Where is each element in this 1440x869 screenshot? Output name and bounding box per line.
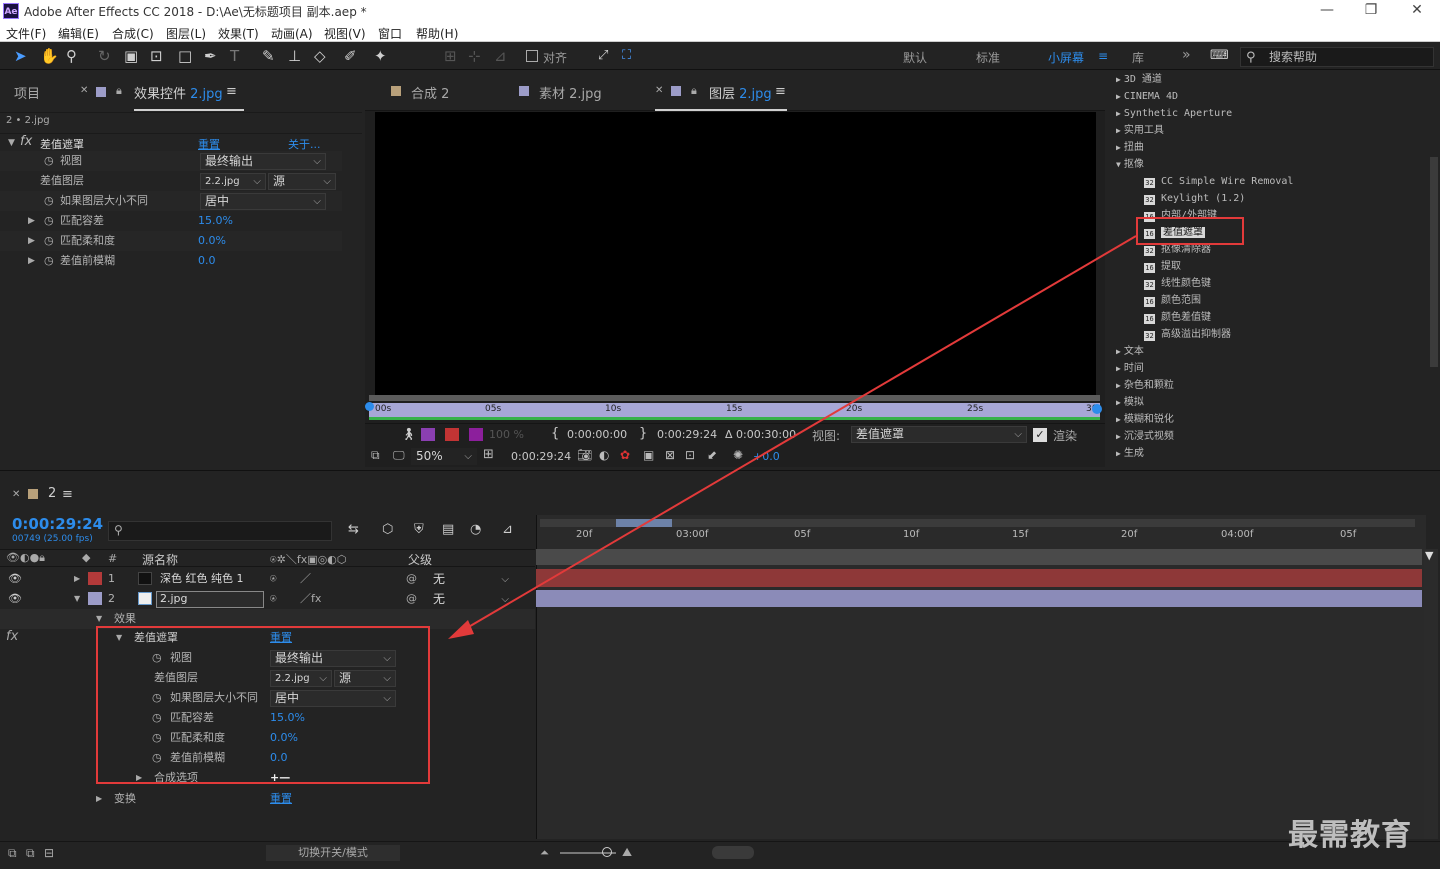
annotation-arrow	[448, 235, 1137, 639]
watermark: 最需教育	[1288, 818, 1412, 853]
